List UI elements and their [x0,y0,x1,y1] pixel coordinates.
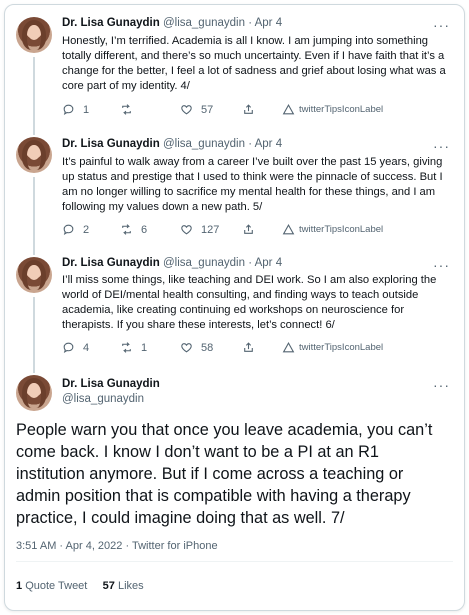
thread-tweet-4[interactable]: Dr. Lisa Gunaydin @lisa_gunaydin · Apr 4… [5,5,464,125]
author-name[interactable]: Dr. Lisa Gunaydin [62,138,160,150]
tweet-thread-card: Dr. Lisa Gunaydin @lisa_gunaydin · Apr 4… [4,4,465,611]
tweet-actions: 1 57 twitterTipsIconLabel [62,103,452,119]
thread-tweet-5[interactable]: Dr. Lisa Gunaydin @lisa_gunaydin · Apr 4… [5,125,464,245]
reply-icon [63,104,74,115]
thread-connector [33,363,35,373]
thread-connector [33,245,35,255]
reply-button[interactable]: 2 [62,223,89,236]
reply-icon [63,224,74,235]
tweet-text: People warn you that once you leave acad… [16,421,433,527]
tweet-date[interactable]: Apr 4 [255,17,283,29]
more-options-icon[interactable]: ··· [433,258,450,272]
retweet-button[interactable] [120,103,141,116]
more-options-icon[interactable]: ··· [433,378,450,392]
share-button[interactable] [242,103,255,116]
share-icon [244,342,253,352]
author-name[interactable]: Dr. Lisa Gunaydin [62,17,160,29]
avatar[interactable] [16,17,52,53]
tweet-text: It’s painful to walk away from a career … [62,156,443,213]
quote-count: 1 [16,580,23,592]
tips-label: twitterTipsIconLabel [299,342,384,353]
thread-connector [33,125,35,135]
retweet-icon [122,342,131,353]
tweet-stats: 1 Quote Tweet 57 Likes [16,580,144,592]
tweet-header: Dr. Lisa Gunaydin @lisa_gunaydin · Apr 4 [62,138,282,150]
more-options-icon[interactable]: ··· [433,18,450,32]
heart-icon [181,225,192,235]
reply-count: 1 [83,103,90,116]
reply-icon [63,342,74,353]
avatar[interactable] [16,257,52,293]
reply-count: 2 [83,223,90,236]
separator-dot: · [248,257,253,269]
more-options-icon[interactable]: ··· [433,139,450,153]
author-block: Dr. Lisa Gunaydin @lisa_gunaydin [62,377,160,407]
share-icon [244,224,253,234]
separator-dot: · [248,138,253,150]
thread-connector [33,57,35,125]
tweet-timestamp[interactable]: 3:51 AM · Apr 4, 2022 · Twitter for iPho… [16,540,218,552]
thread-connector [33,297,35,363]
like-count: 127 [201,223,220,236]
thread-tweet-6[interactable]: Dr. Lisa Gunaydin @lisa_gunaydin · Apr 4… [5,245,464,363]
author-name[interactable]: Dr. Lisa Gunaydin [62,257,160,269]
tweet-text: Honestly, I’m terrified. Academia is all… [62,35,446,92]
author-name[interactable]: Dr. Lisa Gunaydin [62,377,160,392]
tweet-header: Dr. Lisa Gunaydin @lisa_gunaydin · Apr 4 [62,17,282,29]
thread-connector [33,177,35,245]
reply-count: 4 [83,341,90,354]
tweet-date[interactable]: Apr 4 [255,138,283,150]
like-button[interactable]: 57 [180,103,213,116]
tweet-header: Dr. Lisa Gunaydin @lisa_gunaydin · Apr 4 [62,257,282,269]
like-button[interactable]: 127 [180,223,219,236]
tweet-date[interactable]: Apr 4 [255,257,283,269]
tips-icon [282,224,295,235]
likes-link[interactable]: 57 Likes [103,580,144,592]
author-handle[interactable]: @lisa_gunaydin [163,257,245,269]
avatar[interactable] [16,137,52,173]
like-button[interactable]: 58 [180,341,213,354]
retweet-icon [122,104,131,115]
tips-label: twitterTipsIconLabel [299,224,384,235]
tweet-actions: 4 1 58 twitterTipsIconLabel [62,341,452,357]
reply-button[interactable]: 1 [62,103,89,116]
like-count: 58 [201,341,214,354]
heart-icon [181,343,192,353]
author-handle[interactable]: @lisa_gunaydin [62,392,160,407]
tweet-text: I’ll miss some things, like teaching and… [62,274,437,331]
tips-button[interactable]: twitterTipsIconLabel [282,223,383,236]
quote-label: Quote Tweet [25,580,88,592]
quote-tweets-link[interactable]: 1 Quote Tweet [16,580,87,592]
heart-icon [181,105,192,115]
retweet-button[interactable]: 6 [120,223,147,236]
author-handle[interactable]: @lisa_gunaydin [163,17,245,29]
tweet-actions: 2 6 127 twitterTipsIconLabel [62,223,452,239]
like-total: 57 [102,580,115,592]
retweet-icon [122,224,131,235]
tips-button[interactable]: twitterTipsIconLabel [282,103,383,116]
retweet-button[interactable]: 1 [120,341,147,354]
author-handle[interactable]: @lisa_gunaydin [163,138,245,150]
tips-label: twitterTipsIconLabel [299,104,384,115]
likes-label: Likes [117,580,144,592]
separator-dot: · [248,17,253,29]
retweet-count: 6 [141,223,148,236]
reply-button[interactable]: 4 [62,341,89,354]
tips-icon [282,342,295,353]
tips-button[interactable]: twitterTipsIconLabel [282,341,383,354]
avatar[interactable] [16,375,52,411]
divider [16,561,453,562]
focused-tweet-7: Dr. Lisa Gunaydin @lisa_gunaydin ··· Peo… [5,363,464,610]
like-count: 57 [201,103,214,116]
share-button[interactable] [242,223,255,236]
tips-icon [282,104,295,115]
share-button[interactable] [242,341,255,354]
share-icon [244,104,253,114]
retweet-count: 1 [141,341,148,354]
